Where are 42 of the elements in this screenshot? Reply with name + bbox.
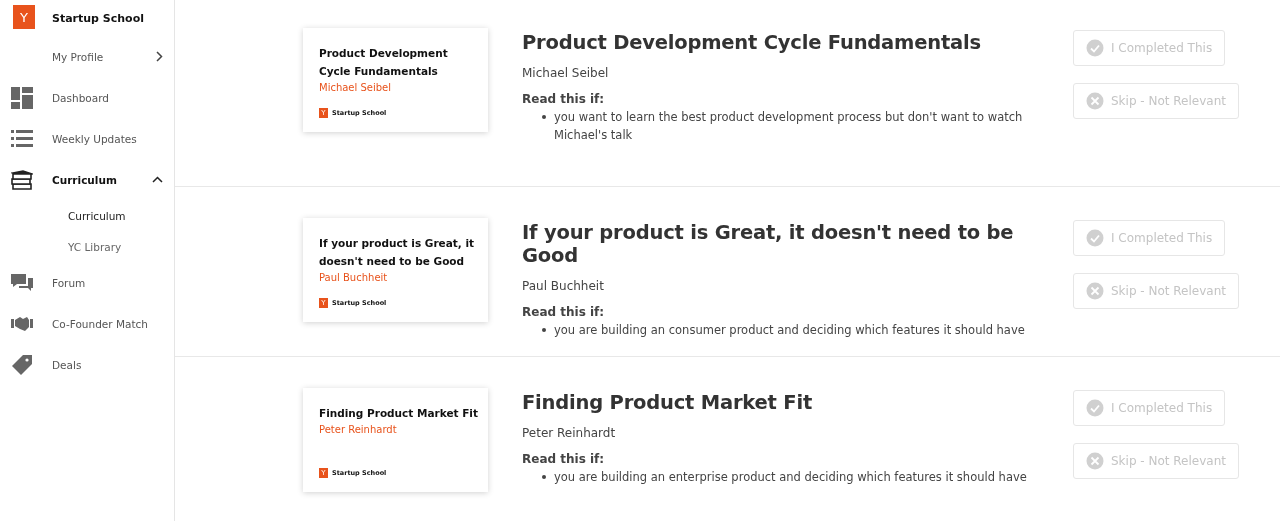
check-circle-icon	[1086, 39, 1104, 57]
sidebar-item[interactable]: Co-Founder Match	[0, 303, 174, 344]
lesson-title[interactable]: If your product is Great, it doesn't need to be Good	[522, 221, 1067, 267]
sidebar-item[interactable]: Weekly Updates	[0, 118, 174, 159]
sidebar-item[interactable]: Curriculum	[0, 159, 174, 200]
card-author: Peter Reinhardt	[319, 424, 398, 435]
check-circle-icon	[1086, 229, 1104, 247]
reason-text: you are building an consumer product and deciding which features it should have	[554, 322, 1025, 339]
reason-text: you want to learn the best product development process but don't want to watch Michael's talk	[554, 109, 1024, 144]
x-circle-icon	[1086, 92, 1104, 110]
check-circle-icon	[1086, 399, 1104, 417]
lesson-title[interactable]: Product Development Cycle Fundamentals	[522, 31, 1067, 54]
books-icon	[11, 169, 33, 190]
brand-name: Startup School	[52, 11, 144, 25]
card-title: Product Development Cycle Fundamentals	[319, 46, 449, 79]
sidebar-subitem[interactable]: Curriculum	[0, 200, 174, 231]
chevron-right-icon	[156, 51, 163, 62]
lesson-title[interactable]: Finding Product Market Fit	[522, 391, 1067, 414]
sidebar-item[interactable]: Deals	[0, 344, 174, 385]
tag-icon	[12, 354, 32, 375]
x-circle-icon	[1086, 452, 1104, 470]
dashboard-icon	[11, 86, 33, 109]
handshake-icon	[11, 315, 33, 332]
list-icon	[11, 129, 33, 148]
reason-text: you are building an enterprise product and deciding which features it should have	[554, 469, 1027, 486]
x-circle-icon	[1086, 282, 1104, 300]
lesson-author: Paul Buchheit	[522, 279, 605, 293]
card-title: Finding Product Market Fit	[319, 406, 478, 421]
read-label: Read this if:	[522, 92, 606, 106]
read-label: Read this if:	[522, 452, 606, 466]
logo: Y	[13, 5, 35, 29]
lesson-author: Michael Seibel	[522, 66, 610, 80]
lesson-author: Peter Reinhardt	[522, 426, 617, 440]
sidebar-item[interactable]: Forum	[0, 262, 174, 303]
sidebar-subitem[interactable]: YC Library	[0, 231, 174, 262]
chat-icon	[11, 272, 33, 293]
card-title: If your product is Great, it doesn't need to be Good	[319, 236, 476, 269]
card-author: Paul Buchheit	[319, 272, 389, 283]
sidebar-item[interactable]: My Profile	[0, 36, 174, 77]
read-label: Read this if:	[522, 305, 606, 319]
card-author: Michael Seibel	[319, 82, 393, 93]
sidebar-item[interactable]: Dashboard	[0, 77, 174, 118]
